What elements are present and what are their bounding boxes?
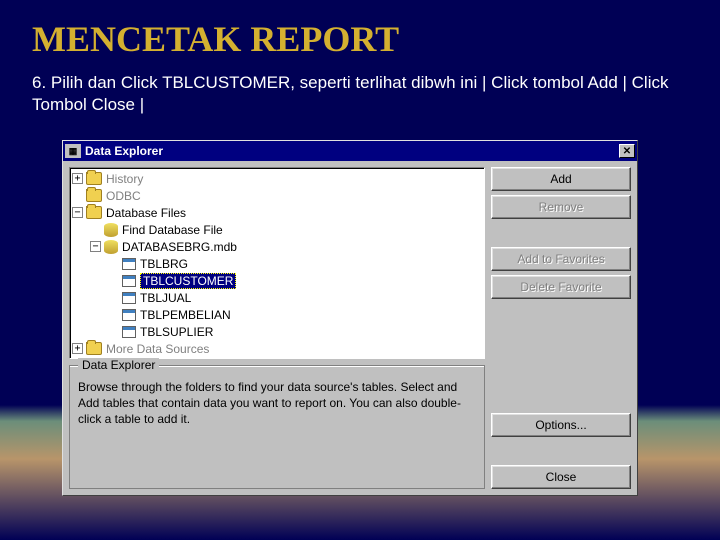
window-title: Data Explorer <box>85 144 619 158</box>
add-favorites-button[interactable]: Add to Favorites <box>491 247 631 271</box>
titlebar: ▦ Data Explorer ✕ <box>63 141 637 161</box>
tree-label: Find Database File <box>122 223 223 237</box>
tree-table-label: TBLSUPLIER <box>140 325 213 339</box>
table-icon <box>122 326 136 338</box>
collapse-icon[interactable]: − <box>90 241 101 252</box>
tree-label: Database Files <box>106 206 186 220</box>
data-explorer-dialog: ▦ Data Explorer ✕ + History ODBC − Database … <box>62 140 638 496</box>
table-icon <box>122 275 136 287</box>
options-button[interactable]: Options... <box>491 413 631 437</box>
remove-button[interactable]: Remove <box>491 195 631 219</box>
tree-table-label: TBLPEMBELIAN <box>140 308 231 322</box>
expand-icon[interactable]: + <box>72 343 83 354</box>
expand-icon[interactable]: + <box>72 173 83 184</box>
tree-label: ODBC <box>106 189 141 203</box>
tree-item-more-sources[interactable]: + More Data Sources <box>72 340 482 357</box>
folder-icon <box>86 206 102 219</box>
tree-item-database[interactable]: − DATABASEBRG.mdb <box>72 238 482 255</box>
close-button[interactable]: Close <box>491 465 631 489</box>
tree-item-find-db[interactable]: Find Database File <box>72 221 482 238</box>
table-icon <box>122 292 136 304</box>
tree-item-table[interactable]: TBLJUAL <box>72 289 482 306</box>
folder-icon <box>86 189 102 202</box>
tree-item-table[interactable]: TBLBRG <box>72 255 482 272</box>
database-icon <box>104 240 118 254</box>
folder-icon <box>86 172 102 185</box>
tree-item-odbc[interactable]: ODBC <box>72 187 482 204</box>
tree-view[interactable]: + History ODBC − Database Files Find Database… <box>69 167 485 359</box>
collapse-icon[interactable]: − <box>72 207 83 218</box>
tree-item-table[interactable]: TBLCUSTOMER <box>72 272 482 289</box>
add-button[interactable]: Add <box>491 167 631 191</box>
delete-favorite-button[interactable]: Delete Favorite <box>491 275 631 299</box>
table-icon <box>122 258 136 270</box>
tree-label: DATABASEBRG.mdb <box>122 240 237 254</box>
database-icon <box>104 223 118 237</box>
help-legend: Data Explorer <box>78 358 159 372</box>
tree-item-table[interactable]: TBLPEMBELIAN <box>72 306 482 323</box>
tree-table-label: TBLBRG <box>140 257 188 271</box>
tree-label: More Data Sources <box>106 342 209 356</box>
tree-label: History <box>106 172 143 186</box>
table-icon <box>122 309 136 321</box>
tree-table-label: TBLCUSTOMER <box>140 273 236 289</box>
tree-item-history[interactable]: + History <box>72 170 482 187</box>
tree-item-database-files[interactable]: − Database Files <box>72 204 482 221</box>
instruction-text: 6. Pilih dan Click TBLCUSTOMER, seperti … <box>0 72 720 126</box>
window-icon: ▦ <box>65 144 81 158</box>
close-icon[interactable]: ✕ <box>619 144 635 158</box>
help-panel: Data Explorer Browse through the folders… <box>69 365 485 489</box>
help-text: Browse through the folders to find your … <box>78 379 476 428</box>
tree-table-label: TBLJUAL <box>140 291 191 305</box>
tree-item-table[interactable]: TBLSUPLIER <box>72 323 482 340</box>
slide-title: MENCETAK REPORT <box>0 0 720 72</box>
folder-icon <box>86 342 102 355</box>
